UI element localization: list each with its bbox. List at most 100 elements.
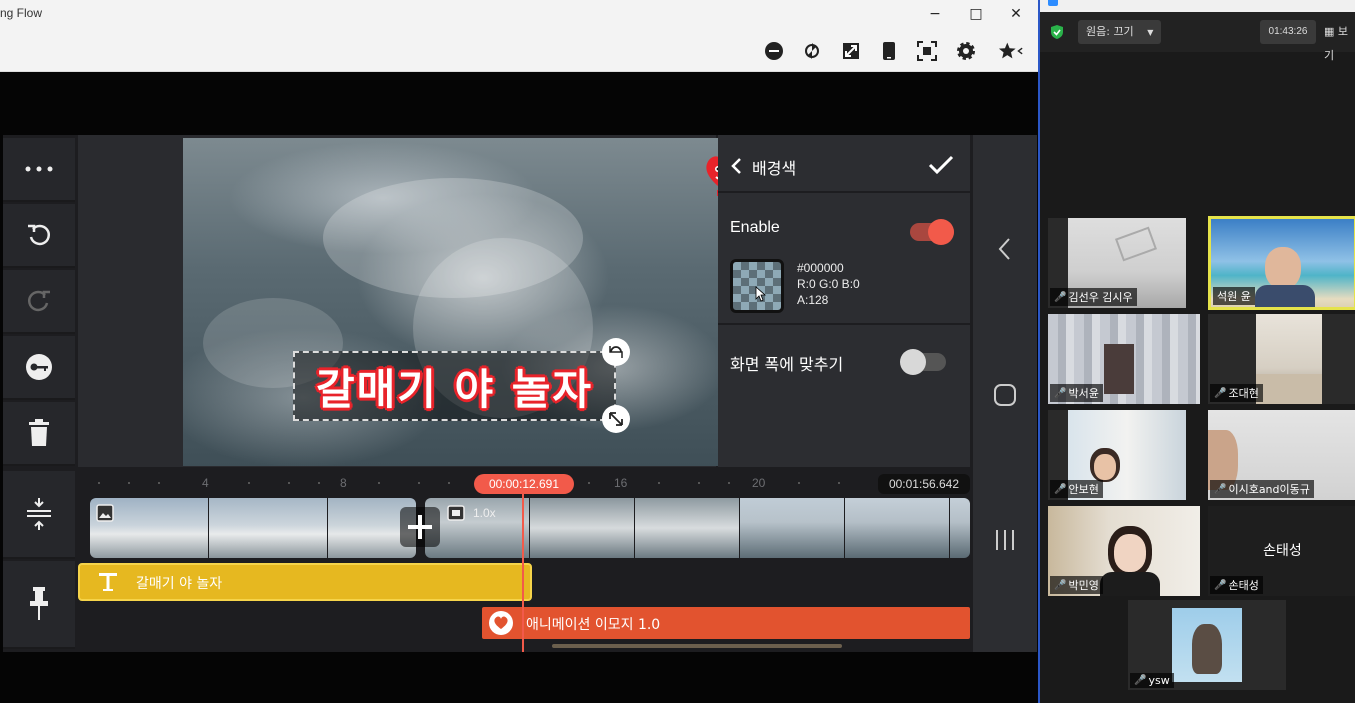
- ruler-tick: [838, 482, 840, 484]
- audio-track-stub[interactable]: [552, 644, 842, 648]
- color-swatch[interactable]: [730, 259, 784, 313]
- zoom-window: 원음: 끄기 ▼ 01:43:26 ▦ 보기 🎤김선우 김시우 석원 윤 🎤: [1038, 0, 1355, 703]
- undo-button[interactable]: [3, 204, 75, 268]
- current-time-badge: 00:00:12.691: [474, 474, 574, 494]
- participant-tile[interactable]: 🎤 박민영: [1048, 506, 1200, 596]
- sticker-track-label: 애니메이션 이모지 1.0: [526, 617, 661, 633]
- participant-name: 🎤 손태성: [1210, 576, 1263, 594]
- ruler-tick: [288, 482, 290, 484]
- nav-recents-icon[interactable]: [993, 529, 1017, 551]
- redo-button[interactable]: [3, 270, 75, 334]
- ruler-tick: [728, 482, 730, 484]
- emulator-titlebar: ng Flow − □ ✕: [0, 0, 1038, 72]
- nav-home-icon[interactable]: [993, 383, 1017, 407]
- participant-name: 🎤 이시호and이동규: [1210, 480, 1314, 498]
- chevron-down-icon: ▼: [1147, 28, 1154, 37]
- participant-shirt: [1100, 572, 1160, 596]
- playhead[interactable]: [522, 494, 524, 652]
- ruler-label: 16: [614, 476, 628, 490]
- minimize-button[interactable]: −: [923, 4, 947, 24]
- view-button[interactable]: ▦ 보기: [1324, 20, 1355, 62]
- participant-face: [1094, 454, 1116, 480]
- participant-name: 석원 윤: [1213, 287, 1255, 305]
- screenshot-icon[interactable]: [914, 38, 940, 64]
- delete-button[interactable]: [3, 402, 75, 466]
- toggle-knob: [900, 349, 926, 375]
- image-clip[interactable]: [90, 498, 416, 558]
- pin-icon: [30, 587, 48, 620]
- enable-toggle[interactable]: [910, 219, 954, 245]
- mic-muted-icon: 🎤: [1054, 579, 1067, 591]
- close-button[interactable]: ✕: [1004, 4, 1028, 24]
- track-layout-button[interactable]: [3, 471, 75, 559]
- sticker-layer-track[interactable]: 애니메이션 이모지 1.0: [482, 607, 970, 639]
- rotate-handle[interactable]: [602, 338, 630, 366]
- gear-icon[interactable]: [953, 38, 979, 64]
- nav-back-icon[interactable]: [997, 237, 1011, 261]
- shield-icon[interactable]: [1050, 24, 1064, 40]
- plus-icon: [408, 515, 432, 539]
- zoom-titlebar: [1040, 0, 1355, 12]
- participant-tile[interactable]: 🎤 김선우 김시우: [1048, 218, 1186, 308]
- rotate-icon[interactable]: [799, 38, 825, 64]
- back-arrow-icon[interactable]: [730, 157, 742, 175]
- video-preview[interactable]: 갈매기 야 놀자: [183, 138, 759, 466]
- clip-thumbnail: [740, 498, 844, 558]
- video-clip[interactable]: 1.0x: [425, 498, 970, 558]
- emulator-window: ng Flow − □ ✕ 갈매기 야 놀자 배경색 Enable #00000…: [0, 0, 1038, 703]
- participant-tile[interactable]: 🎤 이시호and이동규: [1208, 410, 1355, 500]
- participant-tile[interactable]: 🎤 ysw: [1128, 600, 1286, 690]
- participant-name: 🎤 ysw: [1130, 673, 1174, 688]
- participant-tile[interactable]: 🎤 조대현: [1208, 314, 1355, 404]
- original-audio-label: 원음: 끄기: [1086, 25, 1134, 38]
- checkmark-icon[interactable]: [928, 155, 954, 175]
- keyframe-button[interactable]: [3, 336, 75, 400]
- window-title: ng Flow: [0, 6, 43, 20]
- clip-thumbnail: [950, 498, 970, 558]
- toggle-knob: [928, 219, 954, 245]
- grid-icon: ▦: [1324, 25, 1335, 38]
- maximize-button[interactable]: □: [964, 4, 988, 24]
- text-track-label: 갈매기 야 놀자: [136, 576, 223, 592]
- participant-figure: [1104, 344, 1134, 394]
- fit-width-label: 화면 폭에 맞추기: [730, 355, 844, 374]
- film-icon: [447, 505, 465, 521]
- more-button[interactable]: [3, 138, 75, 202]
- participant-name: 🎤 김선우 김시우: [1050, 288, 1137, 306]
- participant-tile[interactable]: 손태성 🎤 손태성: [1208, 506, 1355, 596]
- ruler-tick: [378, 482, 380, 484]
- color-alpha: A:128: [797, 293, 829, 307]
- add-clip-button[interactable]: [400, 507, 440, 547]
- phone-icon[interactable]: [876, 38, 902, 64]
- rock-image: [1192, 624, 1222, 674]
- participant-tile-active[interactable]: 석원 윤: [1208, 216, 1355, 310]
- preview-area: 갈매기 야 놀자: [78, 135, 759, 467]
- more-icon: [25, 166, 53, 172]
- fullscreen-icon[interactable]: [838, 38, 864, 64]
- clip-thumbnail: [635, 498, 739, 558]
- sticker-heart-icon: [489, 611, 513, 635]
- panel-title: 배경색: [752, 159, 797, 178]
- mic-muted-icon: 🎤: [1214, 387, 1227, 399]
- volume-down-icon[interactable]: [761, 38, 787, 64]
- participant-name: 🎤 박서윤: [1050, 384, 1103, 402]
- pin-button[interactable]: [3, 561, 75, 649]
- enable-label: Enable: [730, 219, 780, 236]
- participant-name-placeholder: 손태성: [1263, 543, 1302, 559]
- text-layer-track[interactable]: 갈매기 야 놀자: [78, 563, 532, 601]
- star-icon[interactable]: [998, 38, 1024, 64]
- zoom-logo-icon: [1048, 0, 1058, 6]
- original-audio-button[interactable]: 원음: 끄기 ▼: [1078, 20, 1162, 44]
- video-editor: 갈매기 야 놀자 배경색 Enable #000000 R:0 G:0 B:0 …: [3, 135, 1037, 652]
- resize-handle[interactable]: [602, 405, 630, 433]
- participant-tile[interactable]: 🎤 안보현: [1048, 410, 1186, 500]
- ruler-tick: [698, 482, 700, 484]
- ruler-tick: [158, 482, 160, 484]
- timeline[interactable]: 4 8 16 20 00:00:12.691 00:01:56.642 1.0x…: [78, 470, 970, 652]
- ruler-tick: [248, 482, 250, 484]
- android-nav-bar: [973, 135, 1037, 652]
- clip-thumbnail: [209, 498, 327, 558]
- fit-width-toggle[interactable]: [900, 349, 946, 375]
- participant-tile[interactable]: 🎤 박서윤: [1048, 314, 1200, 404]
- caption-selection[interactable]: 갈매기 야 놀자: [293, 351, 616, 421]
